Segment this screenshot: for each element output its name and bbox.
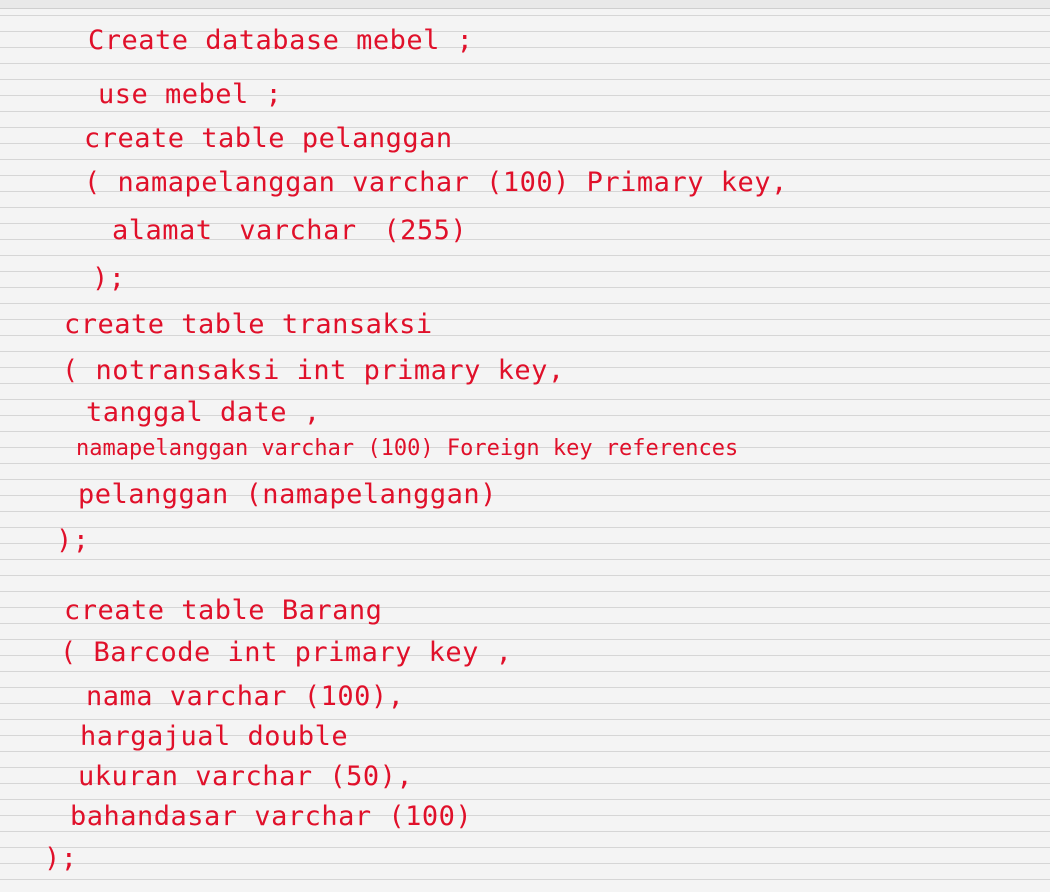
handwritten-line-7: create table transaksi [64, 309, 433, 340]
lined-paper-canvas: Create database mebel ; use mebel ; crea… [0, 0, 1050, 892]
handwritten-line-16: hargajual double [80, 721, 349, 752]
handwritten-line-3: create table pelanggan [84, 123, 453, 154]
handwritten-line-5: alamat varchar (255) [112, 215, 468, 246]
handwritten-line-17: ukuran varchar (50), [78, 761, 414, 792]
handwritten-line-10: namapelanggan varchar (100) Foreign key … [76, 436, 739, 461]
handwritten-line-15: nama varchar (100), [86, 681, 405, 712]
handwritten-line-9: tanggal date , [86, 397, 321, 428]
handwritten-line-6: ); [92, 263, 126, 294]
handwritten-line-4: ( namapelanggan varchar (100) Primary ke… [84, 167, 788, 198]
handwritten-line-8: ( notransaksi int primary key, [62, 355, 565, 386]
handwritten-line-1: Create database mebel ; [88, 25, 474, 56]
handwritten-line-14: ( Barcode int primary key , [60, 637, 513, 668]
handwritten-line-2: use mebel ; [98, 79, 283, 110]
handwritten-line-18: bahandasar varchar (100) [70, 801, 473, 832]
handwritten-line-12: ); [56, 525, 90, 556]
handwritten-line-11: pelanggan (namapelanggan) [78, 479, 497, 510]
handwritten-line-13: create table Barang [64, 595, 383, 626]
canvas-top-edge [0, 0, 1050, 9]
handwritten-line-19: ); [44, 843, 78, 874]
